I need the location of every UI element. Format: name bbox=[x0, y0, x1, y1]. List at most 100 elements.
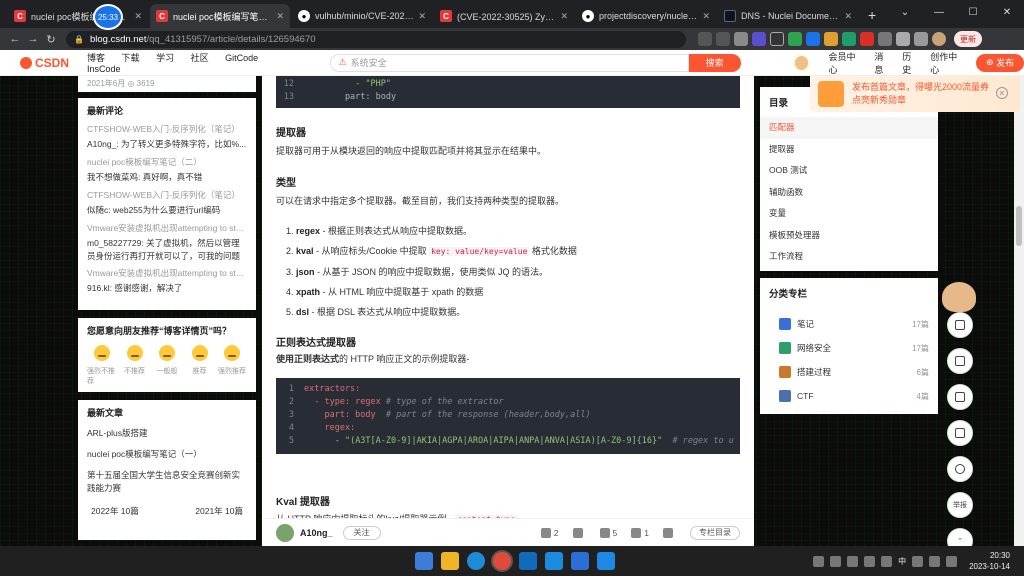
search-input[interactable]: ⚠ 系统安全 bbox=[329, 53, 689, 72]
close-icon[interactable]: ✕ bbox=[134, 11, 142, 22]
volume-icon[interactable] bbox=[946, 555, 958, 567]
wifi-icon[interactable] bbox=[929, 555, 941, 567]
comment-article-title[interactable]: CTFSHOW-WEB入门-反序列化（笔记） bbox=[87, 189, 247, 201]
share-button[interactable] bbox=[663, 527, 676, 538]
tab-nuclei-poc-1[interactable]: C nuclei poc模板编写笔记（一） ✕ bbox=[150, 4, 290, 28]
back-icon[interactable]: ← bbox=[6, 33, 24, 45]
avatar[interactable] bbox=[792, 53, 811, 72]
extension-icon[interactable] bbox=[806, 32, 820, 46]
document-icon[interactable] bbox=[947, 348, 973, 374]
nav-member-center[interactable]: 会员中心 bbox=[828, 50, 864, 76]
comment-article-title[interactable]: Vmware安装虚拟机出现attempting to sta... bbox=[87, 267, 247, 279]
nav-history[interactable]: 历史 bbox=[902, 50, 920, 76]
clock[interactable]: 20:30 2023-10-14 bbox=[969, 550, 1010, 572]
tab-nuclei-poc-2[interactable]: C nuclei poc模板编写笔记（ ✕ bbox=[8, 4, 148, 28]
ime-indicator[interactable]: 中 bbox=[898, 556, 906, 567]
article-link[interactable]: nuclei poc模板编写笔记（一） bbox=[87, 448, 247, 461]
toc-item-variables[interactable]: 变量 bbox=[769, 203, 929, 225]
vote-neutral[interactable]: 一般般 bbox=[152, 345, 182, 386]
nav-gitcode[interactable]: GitCode bbox=[225, 53, 258, 63]
comment-item[interactable]: CTFSHOW-WEB入门-反序列化（笔记） 似随c: web255为什么要进行… bbox=[87, 189, 247, 216]
tab-dns-docs[interactable]: DNS - Nuclei Documentation ✕ bbox=[718, 4, 858, 28]
toc-item-oob-testing[interactable]: OOB 测试 bbox=[769, 160, 929, 182]
chart-icon[interactable] bbox=[947, 312, 973, 338]
category-item[interactable]: 搭建过程 6篇 bbox=[769, 360, 929, 384]
dislike-button[interactable] bbox=[572, 527, 586, 538]
extension-icon[interactable] bbox=[734, 32, 748, 46]
mic-icon[interactable] bbox=[912, 555, 924, 567]
nav-messages[interactable]: 消息 bbox=[874, 50, 892, 76]
app-icon[interactable] bbox=[571, 552, 589, 570]
app-icon[interactable] bbox=[545, 552, 563, 570]
promo-banner[interactable]: 发布首篇文章，得曝光2000流量券 点亮新秀勋章 ✕ bbox=[810, 76, 1020, 112]
vote-strongly-recommend[interactable]: 强烈推荐 bbox=[217, 345, 247, 386]
toc-item-extractors[interactable]: 提取器 bbox=[769, 139, 929, 161]
comment-item[interactable]: Vmware安装虚拟机出现attempting to sta... m0_582… bbox=[87, 222, 247, 263]
article-link[interactable]: 第十五届全国大学生信息安全竞赛创新实践能力赛 bbox=[87, 469, 247, 495]
tab-vulhub-minio[interactable]: ● vulhub/minio/CVE-2023-284 ✕ bbox=[292, 4, 432, 28]
like-button[interactable]: 2 bbox=[540, 527, 559, 538]
category-item[interactable]: 笔记 17篇 bbox=[769, 312, 929, 336]
extension-icon[interactable] bbox=[878, 32, 892, 46]
toc-item-helper-functions[interactable]: 辅助函数 bbox=[769, 182, 929, 204]
close-icon[interactable]: ✕ bbox=[996, 87, 1008, 99]
network-icon[interactable] bbox=[847, 555, 859, 567]
vote-not-recommend[interactable]: 不推荐 bbox=[120, 345, 150, 386]
author-avatar[interactable] bbox=[276, 523, 294, 542]
category-item[interactable]: CTF 4篇 bbox=[769, 384, 929, 408]
star-icon[interactable] bbox=[716, 32, 730, 46]
close-icon[interactable]: ✕ bbox=[560, 11, 568, 22]
comment-item[interactable]: Vmware安装虚拟机出现attempting to sta... 916.kl… bbox=[87, 267, 247, 294]
vote-recommend[interactable]: 推荐 bbox=[185, 345, 215, 386]
close-icon[interactable]: ✕ bbox=[276, 11, 284, 22]
maximize-icon[interactable]: ☐ bbox=[956, 0, 990, 24]
close-icon[interactable]: ✕ bbox=[418, 11, 426, 22]
reload-icon[interactable]: ↻ bbox=[42, 33, 60, 46]
extension-icon[interactable] bbox=[860, 32, 874, 46]
scrollbar-thumb[interactable] bbox=[1016, 206, 1022, 246]
toc-item-workflows[interactable]: 工作流程 bbox=[769, 246, 929, 268]
close-window-icon[interactable]: ✕ bbox=[990, 0, 1024, 24]
comment-item[interactable]: nuclei poc模板编写笔记（二） 我不想做菜鸡: 真好啊，真不错 bbox=[87, 156, 247, 183]
nav-community[interactable]: 社区 bbox=[191, 53, 209, 63]
nav-download[interactable]: 下载 bbox=[122, 53, 140, 63]
sidebar-icon[interactable] bbox=[914, 32, 928, 46]
vscode-icon[interactable] bbox=[597, 552, 615, 570]
archive-2022[interactable]: 2022年 10篇 bbox=[91, 505, 139, 517]
forward-icon[interactable]: → bbox=[24, 33, 42, 45]
extension-icon[interactable] bbox=[842, 32, 856, 46]
headset-icon[interactable] bbox=[947, 456, 973, 482]
column-toc-button[interactable]: 专栏目录 bbox=[690, 525, 740, 540]
puzzle-icon[interactable] bbox=[896, 32, 910, 46]
tab-search-icon[interactable]: ⌄ bbox=[888, 0, 922, 24]
vote-strongly-not-recommend[interactable]: 强烈不推荐 bbox=[87, 345, 117, 386]
category-item[interactable]: 网络安全 17篇 bbox=[769, 336, 929, 360]
file-explorer-icon[interactable] bbox=[441, 552, 459, 570]
profile-avatar-icon[interactable] bbox=[932, 32, 946, 46]
nav-learn[interactable]: 学习 bbox=[156, 53, 174, 63]
publish-button[interactable]: ⊕ 发布 bbox=[976, 53, 1024, 72]
author-name[interactable]: A10ng_ bbox=[300, 528, 333, 538]
edge-icon[interactable] bbox=[467, 552, 485, 570]
toc-item-matchers[interactable]: 匹配器 bbox=[760, 117, 938, 139]
comment-button[interactable]: 1 bbox=[631, 527, 649, 538]
favorite-button[interactable]: 5 bbox=[599, 527, 617, 538]
windows-start-icon[interactable] bbox=[415, 552, 433, 570]
back-to-top-icon[interactable]: ⌃ bbox=[947, 528, 973, 546]
toc-item-preprocessors[interactable]: 模板预处理器 bbox=[769, 225, 929, 247]
copy-icon[interactable] bbox=[947, 384, 973, 410]
follow-button[interactable]: 关注 bbox=[342, 525, 381, 540]
comment-article-title[interactable]: nuclei poc模板编写笔记（二） bbox=[87, 156, 247, 168]
edit-icon[interactable] bbox=[947, 420, 973, 446]
search-button[interactable]: 搜索 bbox=[688, 53, 741, 72]
report-button[interactable]: 举报 bbox=[947, 492, 973, 518]
archive-2021[interactable]: 2021年 10篇 bbox=[195, 505, 243, 517]
nav-creation-center[interactable]: 创作中心 bbox=[930, 50, 966, 76]
chevron-up-icon[interactable] bbox=[830, 555, 842, 567]
address-bar[interactable]: 🔒 blog.csdn.net /qq_41315957/article/det… bbox=[66, 30, 686, 48]
update-button[interactable]: 更新 bbox=[954, 31, 982, 47]
nav-inscode[interactable]: InsCode bbox=[87, 64, 121, 74]
extension-icon[interactable] bbox=[824, 32, 838, 46]
app-tray-icon[interactable] bbox=[864, 555, 876, 567]
tab-zyxel-cve[interactable]: C (CVE-2022-30525) Zyxel 防 ✕ bbox=[434, 4, 574, 28]
